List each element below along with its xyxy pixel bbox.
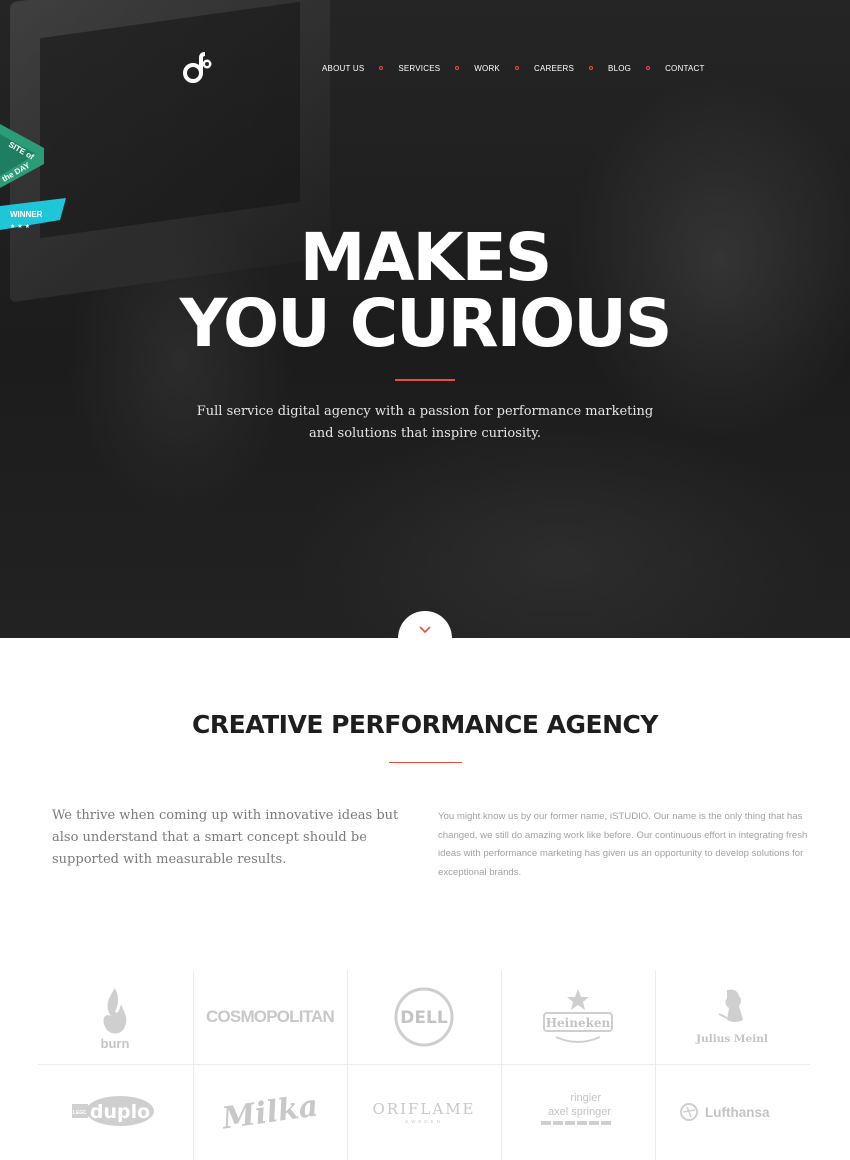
client-logo-lego-duplo[interactable]: LEGO duplo: [38, 1065, 192, 1159]
client-ringier-text: ringier: [570, 1092, 601, 1104]
client-milka-text: Milka: [219, 1087, 321, 1137]
nav-separator-dot: [646, 66, 651, 70]
client-oriflame-sub-text: SWEDEN: [405, 1119, 443, 1124]
section-title: CREATIVE PERFORMANCE AGENCY: [192, 710, 658, 739]
agency-logo[interactable]: [183, 52, 213, 84]
client-burn-text: burn: [101, 1036, 130, 1051]
intro-body-text: You might know us by our former name, iS…: [438, 811, 808, 878]
client-logo-heineken[interactable]: Heineken: [501, 970, 655, 1064]
hero-title-line-2: YOU CURIOUS: [179, 285, 673, 362]
client-logo-julius-meinl[interactable]: Julius Meinl: [655, 970, 809, 1064]
client-lufthansa-text: Lufthansa: [705, 1105, 770, 1120]
chevron-down-icon: [419, 626, 431, 634]
nav-work[interactable]: WORK: [474, 64, 500, 73]
client-logo-milka[interactable]: Milka: [193, 1065, 347, 1159]
client-julius-meinl-text: Julius Meinl: [695, 1033, 768, 1045]
hero-subtitle-line-2: and solutions that inspire curiosity.: [308, 426, 542, 441]
client-logo-dell[interactable]: DELL: [347, 970, 501, 1064]
hero-title-line-1: MAKES: [299, 219, 553, 296]
hero-section: ABOUT US SERVICES WORK CAREERS BLOG CONT…: [0, 0, 850, 638]
site-of-the-day-badge[interactable]: SITE of the DAY WINNER ★ ★ ★: [0, 124, 70, 236]
client-logo-lufthansa[interactable]: Lufthansa: [655, 1065, 809, 1159]
nav-separator-dot: [379, 66, 384, 70]
nav-separator-dot: [589, 66, 594, 70]
client-oriflame-text: ORIFLAME: [372, 1100, 476, 1118]
client-logo-cosmopolitan[interactable]: COSMOPOLITAN: [193, 970, 347, 1064]
svg-text:LEGO: LEGO: [73, 1110, 87, 1116]
nav-about-us[interactable]: ABOUT US: [322, 64, 364, 73]
nav-separator-dot: [455, 66, 460, 70]
hero-accent-rule: [395, 379, 455, 381]
section-accent-rule: [389, 762, 462, 763]
nav-contact[interactable]: CONTACT: [665, 64, 704, 73]
nav-separator-dot: [514, 66, 519, 70]
hero-subtitle-line-1: Full service digital agency with a passi…: [196, 404, 654, 419]
nav-services[interactable]: SERVICES: [398, 64, 440, 73]
scroll-down-button[interactable]: [398, 611, 452, 665]
client-axel-springer-text: axel springer: [548, 1106, 611, 1118]
intro-lead-text: We thrive when coming up with innovative…: [52, 808, 399, 867]
nav-careers[interactable]: CAREERS: [534, 64, 574, 73]
client-dell-text: DELL: [400, 1008, 448, 1028]
main-nav: ABOUT US SERVICES WORK CAREERS BLOG CONT…: [322, 62, 705, 74]
client-duplo-text: duplo: [90, 1101, 150, 1123]
badge-winner-text: WINNER: [10, 210, 43, 219]
nav-blog[interactable]: BLOG: [608, 64, 631, 73]
client-logo-ringier-axel-springer[interactable]: ringier axel springer: [501, 1065, 655, 1159]
client-logo-burn[interactable]: burn: [38, 970, 192, 1064]
client-cosmopolitan-text: COSMOPOLITAN: [206, 1007, 335, 1026]
client-logo-grid: burn COSMOPOLITAN DELL Heineken Julius M…: [38, 970, 810, 1160]
client-logo-oriflame[interactable]: ORIFLAME SWEDEN: [347, 1065, 501, 1159]
client-heineken-text: Heineken: [546, 1016, 611, 1030]
